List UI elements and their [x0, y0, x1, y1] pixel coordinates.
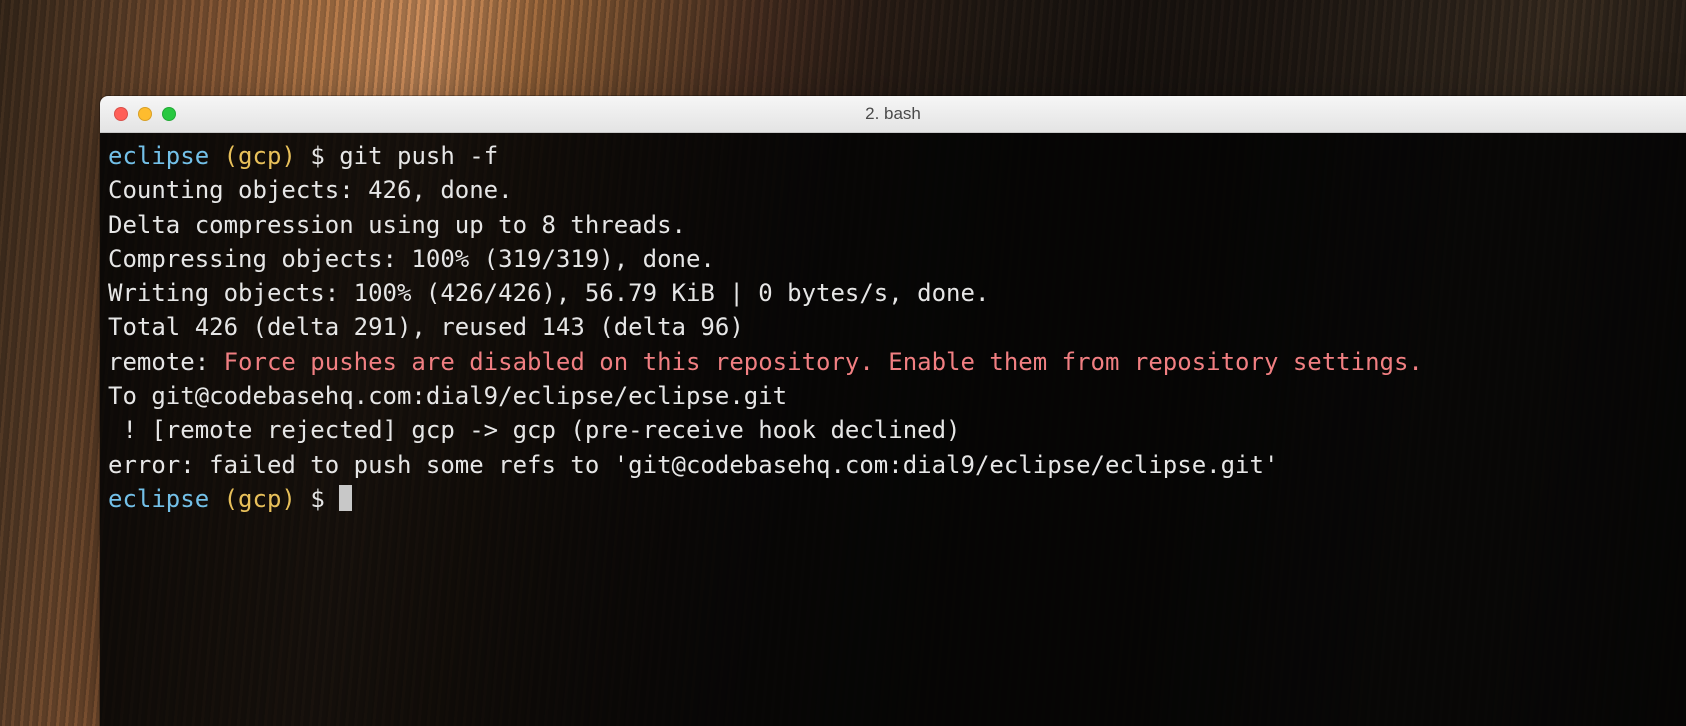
output-line: ! [remote rejected] gcp -> gcp (pre-rece…	[108, 416, 961, 444]
output-line: error: failed to push some refs to 'git@…	[108, 451, 1278, 479]
prompt-branch: (gcp)	[224, 485, 296, 513]
close-icon[interactable]	[114, 107, 128, 121]
prompt-path: eclipse	[108, 142, 209, 170]
traffic-lights	[100, 107, 176, 121]
remote-label: remote:	[108, 348, 224, 376]
output-line: Delta compression using up to 8 threads.	[108, 211, 686, 239]
desktop-wallpaper: 2. bash eclipse (gcp) $ git push -f Coun…	[0, 0, 1686, 726]
cursor-icon	[339, 485, 352, 511]
output-line: Counting objects: 426, done.	[108, 176, 513, 204]
prompt-symbol: $	[310, 142, 324, 170]
terminal-output[interactable]: eclipse (gcp) $ git push -f Counting obj…	[108, 139, 1678, 516]
terminal-window: 2. bash eclipse (gcp) $ git push -f Coun…	[100, 96, 1686, 726]
zoom-icon[interactable]	[162, 107, 176, 121]
prompt-symbol: $	[310, 485, 324, 513]
prompt-branch: (gcp)	[224, 142, 296, 170]
remote-error-message: Force pushes are disabled on this reposi…	[224, 348, 1423, 376]
command-text: git push -f	[339, 142, 498, 170]
output-line: To git@codebasehq.com:dial9/eclipse/ecli…	[108, 382, 787, 410]
output-line: Total 426 (delta 291), reused 143 (delta…	[108, 313, 744, 341]
minimize-icon[interactable]	[138, 107, 152, 121]
window-title: 2. bash	[100, 104, 1686, 124]
terminal-body[interactable]: eclipse (gcp) $ git push -f Counting obj…	[100, 133, 1686, 726]
output-line: Writing objects: 100% (426/426), 56.79 K…	[108, 279, 989, 307]
output-line: Compressing objects: 100% (319/319), don…	[108, 245, 715, 273]
prompt-path: eclipse	[108, 485, 209, 513]
titlebar[interactable]: 2. bash	[100, 96, 1686, 133]
